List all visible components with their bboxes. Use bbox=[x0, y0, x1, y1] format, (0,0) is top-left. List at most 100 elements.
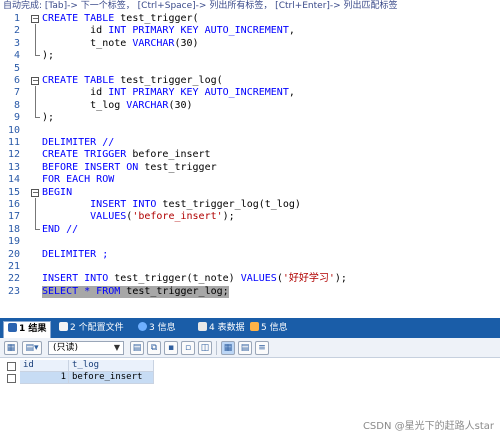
line-number: 19 bbox=[7, 236, 20, 248]
code-line[interactable]: 10 bbox=[0, 125, 500, 137]
line-number: 15 bbox=[7, 186, 20, 198]
code-token: CREATE TABLE bbox=[42, 13, 121, 24]
code-token: (30) bbox=[174, 37, 199, 49]
code-token: ); bbox=[334, 273, 347, 285]
code-token: test_trigger_log; bbox=[126, 285, 229, 297]
line-number: 1 bbox=[13, 13, 20, 24]
tab-profiles[interactable]: 2 个配置文件 bbox=[55, 321, 128, 338]
code-line[interactable]: 19 bbox=[0, 236, 500, 248]
code-token: ); bbox=[42, 50, 55, 62]
code-token: VARCHAR bbox=[132, 37, 175, 49]
code-line[interactable]: 4); bbox=[0, 50, 500, 62]
line-number: 20 bbox=[7, 248, 20, 260]
code-token: DELIMITER ; bbox=[42, 248, 109, 260]
code-text: ); bbox=[42, 112, 54, 124]
fold-toggle-icon[interactable]: − bbox=[31, 77, 39, 85]
code-line[interactable]: 12 CREATE TRIGGER before_insert bbox=[0, 149, 500, 161]
refresh-icon[interactable]: ◫ bbox=[198, 341, 212, 355]
code-token: SELECT * FROM bbox=[42, 285, 127, 297]
code-token: INSERT INTO bbox=[42, 273, 115, 285]
save-icon[interactable]: ▪ bbox=[164, 341, 178, 355]
code-text: id INT PRIMARY KEY AUTO_INCREMENT, bbox=[42, 25, 295, 37]
code-token: CREATE TRIGGER bbox=[42, 149, 133, 161]
code-line[interactable]: 23 SELECT * FROM test_trigger_log; bbox=[0, 285, 500, 299]
code-token: VALUES bbox=[240, 273, 277, 285]
code-token: BEFORE INSERT ON bbox=[42, 161, 145, 173]
cell-id[interactable]: 1 bbox=[20, 372, 69, 384]
autocomplete-hint-bar: 自动完成: [Tab]-> 下一个标签， [Ctrl+Space]-> 列出所有… bbox=[0, 0, 500, 13]
row-checkbox[interactable] bbox=[7, 374, 16, 383]
code-line[interactable]: 6 CREATE TABLE test_trigger_log( bbox=[0, 75, 500, 87]
result-toolbar: ▦ ▤▾ (只读) ▼ ▤ ⧉ ▪ ▫ ◫ ▦ ▤ ≡ bbox=[0, 338, 500, 358]
cell-t_log[interactable]: before_insert bbox=[69, 372, 154, 384]
code-token: CREATE TABLE bbox=[42, 75, 121, 86]
tab-messages[interactable]: 5 信息 bbox=[246, 321, 292, 338]
line-number: 11 bbox=[7, 137, 20, 148]
code-line[interactable]: 15 BEGIN bbox=[0, 187, 500, 199]
code-line[interactable]: 22 INSERT INTO test_trigger(t_note) VALUE… bbox=[0, 273, 500, 285]
code-line[interactable]: 21 bbox=[0, 261, 500, 273]
line-number: 9 bbox=[13, 112, 20, 124]
select-all-checkbox[interactable] bbox=[7, 362, 16, 371]
column-header-id[interactable]: id bbox=[20, 360, 69, 372]
copy-row-icon[interactable]: ⧉ bbox=[147, 341, 161, 355]
form-mode-icon[interactable]: ▤ bbox=[238, 341, 252, 355]
chevron-down-icon: ▼ bbox=[113, 343, 120, 352]
column-header-t_log[interactable]: t_log bbox=[69, 360, 154, 372]
fold-end-marker bbox=[35, 229, 40, 230]
readonly-mode-select[interactable]: (只读) ▼ bbox=[48, 341, 124, 355]
code-line[interactable]: 11 DELIMITER // bbox=[0, 137, 500, 149]
fold-end-marker bbox=[35, 55, 40, 56]
code-line[interactable]: 14 FOR EACH ROW bbox=[0, 174, 500, 186]
code-line[interactable]: 13 BEFORE INSERT ON test_trigger bbox=[0, 162, 500, 174]
fold-end-marker bbox=[35, 117, 40, 118]
line-number: 18 bbox=[7, 223, 20, 235]
code-token: BEGIN bbox=[42, 186, 73, 198]
fold-toggle-icon[interactable]: − bbox=[31, 15, 39, 23]
code-token: END // bbox=[42, 223, 79, 235]
results-grid-icon bbox=[8, 323, 17, 332]
code-text: DELIMITER // bbox=[42, 137, 114, 149]
delete-row-icon[interactable]: ▫ bbox=[181, 341, 195, 355]
table-data-icon bbox=[198, 322, 207, 331]
code-token: id bbox=[42, 25, 109, 37]
code-token: t_note bbox=[42, 37, 133, 49]
code-line[interactable]: 2 id INT PRIMARY KEY AUTO_INCREMENT, bbox=[0, 25, 500, 37]
tab-info[interactable]: 3 信息 bbox=[134, 321, 180, 338]
code-line[interactable]: 3 t_note VARCHAR(30) bbox=[0, 38, 500, 50]
code-text: BEFORE INSERT ON test_trigger bbox=[42, 162, 217, 174]
insert-row-icon[interactable]: ▤ bbox=[130, 341, 144, 355]
code-line[interactable]: 9); bbox=[0, 112, 500, 124]
code-token: FOR EACH ROW bbox=[42, 174, 115, 186]
watermark: CSDN @星光下的赶路人star bbox=[362, 421, 494, 432]
code-text: ); bbox=[42, 50, 54, 62]
text-mode-icon[interactable]: ≡ bbox=[255, 341, 269, 355]
code-token: '好好学习' bbox=[282, 273, 335, 285]
tab-results[interactable]: 1 结果 bbox=[3, 321, 52, 338]
code-line[interactable]: 18 END // bbox=[0, 224, 500, 236]
code-line[interactable]: 17 VALUES('before_insert'); bbox=[0, 211, 500, 223]
code-token: (30) bbox=[168, 99, 193, 111]
sql-editor[interactable]: 1 CREATE TABLE test_trigger(2 id INT PRIM… bbox=[0, 13, 500, 318]
code-line[interactable]: 20 DELIMITER ; bbox=[0, 249, 500, 261]
grid-mode-icon[interactable]: ▦ bbox=[221, 341, 235, 355]
results-tab-bar: 1 结果 2 个配置文件 3 信息 4 表数据 5 信息 bbox=[0, 318, 500, 338]
code-token: VARCHAR bbox=[126, 99, 169, 111]
fold-toggle-icon[interactable]: − bbox=[31, 189, 39, 197]
code-line[interactable]: 7 id INT PRIMARY KEY AUTO_INCREMENT, bbox=[0, 87, 500, 99]
line-number: 6 bbox=[13, 75, 20, 86]
code-line[interactable]: 8 t_log VARCHAR(30) bbox=[0, 100, 500, 112]
export-dropdown-icon[interactable]: ▤▾ bbox=[22, 341, 42, 355]
grid-view-icon[interactable]: ▦ bbox=[4, 341, 18, 355]
code-token: t_log bbox=[42, 99, 127, 111]
code-line[interactable]: 1 CREATE TABLE test_trigger( bbox=[0, 13, 500, 25]
tab-table-data[interactable]: 4 表数据 bbox=[194, 321, 249, 338]
code-token: test_trigger bbox=[144, 161, 217, 173]
code-token: INT PRIMARY KEY AUTO_INCREMENT bbox=[108, 25, 289, 37]
code-token: test_trigger( bbox=[120, 13, 199, 24]
line-number: 5 bbox=[13, 62, 20, 74]
code-text: CREATE TRIGGER before_insert bbox=[42, 149, 211, 161]
code-text: DELIMITER ; bbox=[42, 249, 108, 261]
code-line[interactable]: 16 INSERT INTO test_trigger_log(t_log) bbox=[0, 199, 500, 211]
code-line[interactable]: 5 bbox=[0, 63, 500, 75]
